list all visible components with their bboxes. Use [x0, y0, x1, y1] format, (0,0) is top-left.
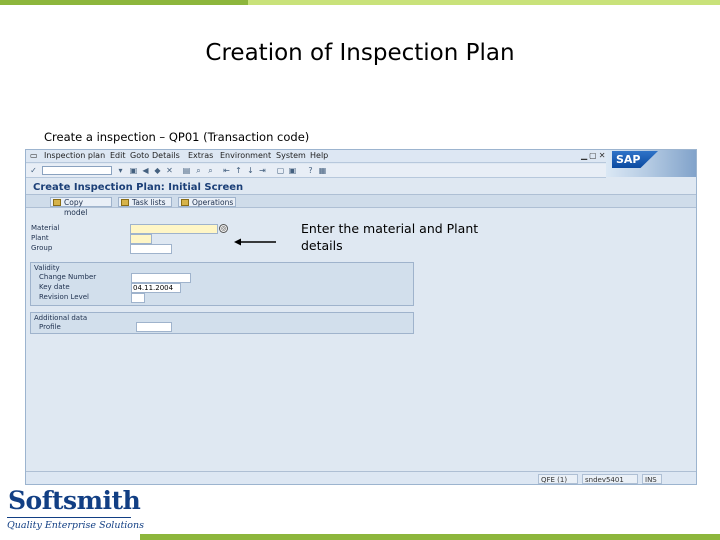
revision-level-label: Revision Level: [39, 293, 89, 301]
menu-extras[interactable]: Extras: [188, 151, 213, 160]
bottom-accent-light: [0, 534, 140, 540]
brand-divider: [7, 517, 131, 518]
material-label: Material: [31, 224, 60, 232]
slide-subtitle: Create a inspection – QP01 (Transaction …: [44, 130, 310, 144]
last-page-icon[interactable]: ⇥: [258, 166, 267, 175]
layout-icon[interactable]: ▦: [318, 166, 327, 175]
enter-icon[interactable]: ✓: [29, 166, 38, 175]
additional-data-group: Additional data Profile: [30, 312, 414, 334]
task-lists-icon: [121, 199, 129, 206]
validity-group: Validity Change Number Key date 04.11.20…: [30, 262, 414, 306]
top-accent-light: [248, 0, 720, 5]
back-icon[interactable]: ◀: [141, 166, 150, 175]
profile-label: Profile: [39, 323, 61, 331]
sap-logo-area: SAP: [606, 150, 696, 177]
dropdown-icon[interactable]: ▾: [116, 166, 125, 175]
profile-input[interactable]: [136, 322, 172, 332]
prev-page-icon[interactable]: ↑: [234, 166, 243, 175]
change-number-label: Change Number: [39, 273, 97, 281]
cancel-icon[interactable]: ✕: [165, 166, 174, 175]
application-toolbar: Copy model Task lists Operations: [26, 194, 696, 217]
top-accent-bar: [0, 0, 720, 5]
sap-status-bar: QFE (1) sndev5401 INS: [26, 471, 696, 484]
shortcut-icon[interactable]: ▣: [288, 166, 297, 175]
copy-model-button[interactable]: Copy model: [50, 197, 112, 217]
new-session-icon[interactable]: ▢: [276, 166, 285, 175]
menu-edit[interactable]: Edit: [110, 151, 126, 160]
help-icon[interactable]: ?: [306, 166, 315, 175]
group-input[interactable]: [130, 244, 172, 254]
status-mode: INS: [642, 474, 662, 484]
plant-label: Plant: [31, 234, 49, 242]
additional-data-title: Additional data: [34, 314, 88, 322]
brand-tagline: Quality Enterprise Solutions: [7, 520, 145, 531]
print-icon[interactable]: ▤: [182, 166, 191, 175]
operations-icon: [181, 199, 189, 206]
status-system: QFE (1): [538, 474, 578, 484]
group-label: Group: [31, 244, 53, 252]
change-number-input[interactable]: [131, 273, 191, 283]
key-date-input[interactable]: 04.11.2004: [131, 283, 181, 293]
operations-label: Operations: [192, 198, 234, 207]
command-field[interactable]: [42, 166, 112, 175]
first-page-icon[interactable]: ⇤: [222, 166, 231, 175]
annotation-text: Enter the material and Plant details: [301, 221, 479, 253]
sap-standard-toolbar: ✓ ▾ ▣ ◀ ◆ ✕ ▤ ⌕ ⌕ ⇤ ↑ ↓ ⇥ ▢ ▣ ? ▦: [26, 164, 606, 178]
menu-details[interactable]: Details: [152, 151, 180, 160]
plant-input[interactable]: [130, 234, 152, 244]
validity-title: Validity: [34, 264, 60, 272]
menu-goto[interactable]: Goto: [130, 151, 149, 160]
find-next-icon[interactable]: ⌕: [206, 166, 215, 175]
status-host: sndev5401: [582, 474, 638, 484]
bottom-accent-dark: [140, 534, 720, 540]
sap-menubar: ▭ Inspection plan Edit Goto Details Extr…: [26, 150, 696, 163]
copy-model-icon: [53, 199, 61, 206]
window-controls[interactable]: ▁▢✕: [581, 151, 607, 160]
slide-title: Creation of Inspection Plan: [205, 40, 515, 66]
menu-environment[interactable]: Environment: [220, 151, 271, 160]
task-lists-button[interactable]: Task lists: [118, 197, 172, 207]
key-date-label: Key date: [39, 283, 70, 291]
brand-name: Softsmith: [8, 486, 141, 515]
menu-system[interactable]: System: [276, 151, 306, 160]
next-page-icon[interactable]: ↓: [246, 166, 255, 175]
sap-menu-icon[interactable]: ▭: [30, 151, 38, 160]
sap-logo: SAP: [612, 151, 658, 168]
copy-model-label: Copy model: [64, 198, 88, 217]
operations-button[interactable]: Operations: [178, 197, 236, 207]
bottom-accent-bar: [0, 534, 720, 540]
exit-icon[interactable]: ◆: [153, 166, 162, 175]
softsmith-logo: Softsmith Quality Enterprise Solutions: [0, 486, 144, 536]
menu-help[interactable]: Help: [310, 151, 328, 160]
screen-title: Create Inspection Plan: Initial Screen: [33, 182, 244, 193]
material-input[interactable]: [130, 224, 218, 234]
arrow-left-icon: [234, 238, 276, 246]
sap-window: ▭ Inspection plan Edit Goto Details Extr…: [25, 149, 697, 485]
search-help-icon[interactable]: ◎: [219, 224, 228, 233]
menu-inspection-plan[interactable]: Inspection plan: [44, 151, 105, 160]
task-lists-label: Task lists: [132, 198, 166, 207]
save-icon[interactable]: ▣: [129, 166, 138, 175]
find-icon[interactable]: ⌕: [194, 166, 203, 175]
revision-level-input[interactable]: [131, 293, 145, 303]
